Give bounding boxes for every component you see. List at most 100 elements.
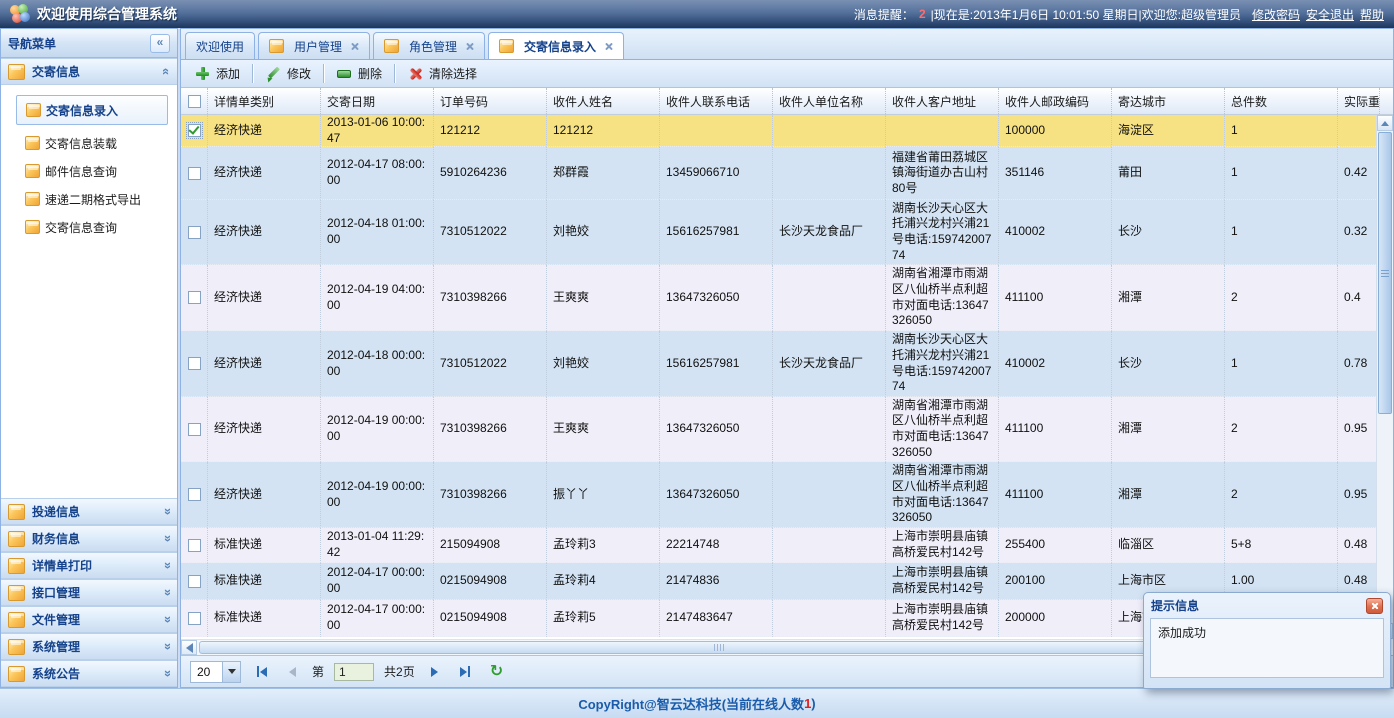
h-scroll-thumb[interactable] <box>199 641 1239 654</box>
column-header[interactable]: 收件人联系电话 <box>660 88 773 114</box>
column-header[interactable]: 实际重量 <box>1338 88 1380 114</box>
sidebar-item[interactable]: 交寄信息录入 <box>16 95 168 125</box>
page-size-select[interactable]: 20 <box>190 661 241 683</box>
check-icon <box>188 123 199 135</box>
table-row[interactable]: 经济快递2012-04-19 00:00:007310398266振丫丫1364… <box>181 462 1376 528</box>
cell-text: 0.48 <box>1344 537 1367 553</box>
row-checkbox[interactable] <box>188 124 201 137</box>
tab-4[interactable]: 交寄信息录入 <box>488 32 624 59</box>
row-checkbox[interactable] <box>188 357 201 370</box>
table-row[interactable]: 经济快递2012-04-17 08:00:005910264236郑群霞1345… <box>181 147 1376 200</box>
column-header-label: 总件数 <box>1231 93 1267 110</box>
next-page-button[interactable] <box>425 667 444 677</box>
row-checkbox[interactable] <box>188 226 201 239</box>
column-header[interactable]: 交寄日期 <box>321 88 434 114</box>
help-link[interactable]: 帮助 <box>1360 8 1384 22</box>
toolbar-separator <box>323 64 325 83</box>
table-cell: 1 <box>1225 331 1338 397</box>
column-header[interactable]: 收件人邮政编码 <box>999 88 1112 114</box>
table-cell: 21474836 <box>660 563 773 600</box>
tab-1[interactable]: 欢迎使用 <box>185 32 255 59</box>
last-page-button[interactable] <box>454 666 476 677</box>
vertical-scrollbar[interactable] <box>1376 115 1393 639</box>
cell-text: 上海市区 <box>1118 573 1166 589</box>
sidebar-item[interactable]: 交寄信息查询 <box>1 213 177 241</box>
tab-3[interactable]: 角色管理 <box>373 32 485 59</box>
toolbar-separator <box>252 64 254 83</box>
v-scroll-thumb[interactable] <box>1378 132 1392 414</box>
first-page-button[interactable] <box>251 666 273 677</box>
page-size-value: 20 <box>191 662 222 682</box>
row-checkbox[interactable] <box>188 612 201 625</box>
column-header[interactable]: 订单号码 <box>434 88 547 114</box>
cell-text: 2013-01-04 11:29:42 <box>327 529 427 560</box>
row-checkbox[interactable] <box>188 167 201 180</box>
cell-text: 长沙 <box>1118 224 1142 240</box>
header-checkbox[interactable] <box>188 95 201 108</box>
sidebar-section[interactable]: 投递信息« <box>1 498 177 525</box>
table-cell: 2 <box>1225 265 1338 331</box>
cell-text: 2012-04-19 00:00:00 <box>327 413 427 444</box>
table-cell: 湘潭 <box>1112 265 1225 331</box>
cell-text: 2012-04-18 01:00:00 <box>327 216 427 247</box>
refresh-button[interactable]: ↻ <box>486 664 507 680</box>
prev-page-button[interactable] <box>283 667 302 677</box>
sidebar-section[interactable]: 系统公告« <box>1 660 177 687</box>
cell-text: 2012-04-17 08:00:00 <box>327 157 427 188</box>
cell-text: 5910264236 <box>440 165 507 181</box>
package-icon <box>384 39 399 53</box>
row-checkbox[interactable] <box>188 291 201 304</box>
sidebar-section[interactable]: 系统管理« <box>1 633 177 660</box>
table-cell <box>773 600 886 637</box>
sidebar-section[interactable]: 文件管理« <box>1 606 177 633</box>
popup-close-button[interactable] <box>1366 598 1383 614</box>
table-row[interactable]: 经济快递2012-04-19 00:00:007310398266王爽爽1364… <box>181 397 1376 462</box>
sidebar-section[interactable]: 详情单打印« <box>1 552 177 579</box>
column-header[interactable]: 收件人单位名称 <box>773 88 886 114</box>
table-row[interactable]: 标准快递2013-01-04 11:29:42215094908孟玲莉32221… <box>181 528 1376 563</box>
column-header[interactable]: 寄达城市 <box>1112 88 1225 114</box>
sidebar-item[interactable]: 交寄信息装载 <box>1 129 177 157</box>
sidebar-section[interactable]: 交寄信息« <box>1 58 177 85</box>
row-checkbox[interactable] <box>188 539 201 552</box>
sidebar-item[interactable]: 邮件信息查询 <box>1 157 177 185</box>
row-checkbox[interactable] <box>188 488 201 501</box>
tab-close-icon[interactable] <box>604 42 613 51</box>
v-scroll-up-button[interactable] <box>1377 115 1393 131</box>
clear-selection-button[interactable]: 清除选择 <box>401 63 484 84</box>
table-row[interactable]: 经济快递2013-01-06 10:00:4712121212121210000… <box>181 115 1376 147</box>
tab-close-icon[interactable] <box>465 42 474 51</box>
add-button[interactable]: 添加 <box>188 63 247 84</box>
table-row[interactable]: 经济快递2012-04-18 00:00:007310512022刘艳姣1561… <box>181 331 1376 397</box>
row-checkbox[interactable] <box>188 575 201 588</box>
page-number-input[interactable] <box>334 663 374 681</box>
tab-close-icon[interactable] <box>350 42 359 51</box>
sidebar-collapse-button[interactable]: « <box>150 34 170 53</box>
cell-text: 湘潭 <box>1118 421 1142 437</box>
message-count-badge[interactable]: 2 <box>919 7 926 21</box>
logout-link[interactable]: 安全退出 <box>1306 8 1354 22</box>
edit-button[interactable]: 修改 <box>259 63 318 84</box>
footer-text-suffix: ) <box>811 696 815 711</box>
row-checkbox[interactable] <box>188 423 201 436</box>
sidebar-section[interactable]: 财务信息« <box>1 525 177 552</box>
sidebar-section-label: 系统管理 <box>32 638 80 655</box>
table-cell: 7310398266 <box>434 397 547 462</box>
change-password-link[interactable]: 修改密码 <box>1252 8 1300 22</box>
sidebar-section[interactable]: 接口管理« <box>1 579 177 606</box>
tab-2[interactable]: 用户管理 <box>258 32 370 59</box>
column-header[interactable]: 收件人客户地址 <box>886 88 999 114</box>
column-header[interactable]: 详情单类别 <box>208 88 321 114</box>
sidebar-section-label: 交寄信息 <box>32 63 80 80</box>
column-header-label: 收件人单位名称 <box>779 93 863 110</box>
column-header[interactable]: 总件数 <box>1225 88 1338 114</box>
column-header[interactable]: 收件人姓名 <box>547 88 660 114</box>
table-cell: 7310398266 <box>434 462 547 528</box>
cell-text: 411100 <box>1005 421 1043 437</box>
h-scroll-left-button[interactable] <box>181 640 197 655</box>
sidebar-item[interactable]: 速递二期格式导出 <box>1 185 177 213</box>
table-row[interactable]: 经济快递2012-04-18 01:00:007310512022刘艳姣1561… <box>181 200 1376 265</box>
table-row[interactable]: 经济快递2012-04-19 04:00:007310398266王爽爽1364… <box>181 265 1376 331</box>
table-cell: 121212 <box>434 115 547 147</box>
delete-button[interactable]: 删除 <box>330 63 389 84</box>
